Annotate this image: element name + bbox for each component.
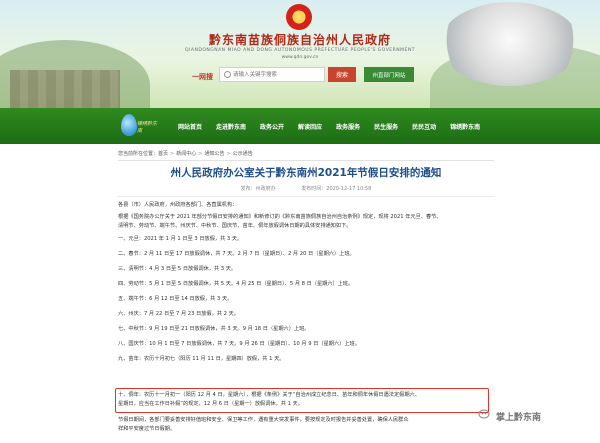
article-meta: 发布：州政府办 发布时间：2020-12-17 10:58 [118,185,494,192]
paragraph: 根据《国务院办公厅关于 2021 年部分节假日安排的通知》和新修订的《黔东南苗族… [118,214,442,220]
paragraph: 祥和平安度过节日假期。 [118,426,176,432]
paragraph: 三、清明节：4 月 3 日至 5 日放假调休，共 3 天。 [118,266,237,272]
article-title: 州人民政府办公室关于黔东南州2021年节假日安排的通知 [170,167,442,179]
national-emblem-icon: ★ [286,4,312,30]
divider [118,196,494,197]
paragraph: 节假日期间，各部门要妥善安排好值班和安全、保卫等工作，遇有重大突发事件，要按规定… [118,417,409,423]
breadcrumb-notices[interactable]: 通知公告 [204,151,224,157]
nav-item-scenery[interactable]: 锦绣黔东南 [450,122,480,131]
site-subtitle: QIANDONGNAN MIAO AND DONG AUTONOMOUS PRE… [185,48,415,53]
search-label: 一网搜 [192,73,213,81]
nav-item-about[interactable]: 走进黔东南 [216,122,246,131]
paragraph: 七、中秋节：9 月 19 日至 21 日放假调休，共 3 天。9 月 18 日（… [118,326,310,332]
wechat-icon [478,409,490,419]
paragraph: 清明节、劳动节、端午节、州庆节、中秋节、国庆节、苗年、侗年放假调休日期的具体安排… [118,223,352,229]
breadcrumb-bulletins[interactable]: 公示通告 [233,151,253,157]
breadcrumb-news[interactable]: 新闻中心 [176,151,196,157]
paragraph: 八、国庆节：10 月 1 日至 7 日放假调休，共 7 天。9 月 26 日（星… [118,341,360,347]
article-date: 发布时间：2020-12-17 10:58 [301,186,372,192]
nav-item-interaction[interactable]: 民民互动 [412,122,436,131]
breadcrumb: 您当前所在位置：首页 > 新闻中心 > 通知公告 > 公示通告 [118,151,253,157]
site-url: www.qdn.gov.cn [281,55,319,60]
search-button[interactable]: 搜索 [328,67,356,82]
paragraph: 各县（市）人民政府，州政府各部门、各直属机构： [118,202,238,208]
site-logo[interactable]: 锦绣黔东南 [117,112,161,140]
nav-items: 网站首页 走进黔东南 政务公开 解读回应 政务服务 民生服务 民民互动 锦绣黔东… [178,108,494,144]
nav-item-open-affairs[interactable]: 政务公开 [260,122,284,131]
paragraph: 一、元旦：2021 年 1 月 1 日至 3 日放假，共 3 天。 [118,236,243,242]
divider [118,160,494,161]
nav-item-home[interactable]: 网站首页 [178,122,202,131]
search-input[interactable] [233,68,323,81]
water-drop-logo-icon [121,114,137,136]
article-source: 发布：州政府办 [240,186,276,192]
nav-item-gov-services[interactable]: 政务服务 [336,122,360,131]
paragraph: 九、苗年：农历十月初七（阳历 11 月 11 日，星期四）放假，共 1 天。 [118,356,285,362]
breadcrumb-home[interactable]: 您当前所在位置：首页 [118,151,168,157]
watermark-text: 掌上黔东南 [496,413,542,423]
search-box[interactable] [219,67,325,82]
nav-item-people-services[interactable]: 民生服务 [374,122,398,131]
logo-text: 锦绣黔东南 [137,121,158,134]
portal-button[interactable]: 州直部门网站 [364,67,414,82]
paragraph: 四、劳动节：5 月 1 日至 5 日放假调休，共 5 天。4 月 25 日（星期… [118,281,354,287]
search-icon [224,71,231,78]
village-decoration [10,70,120,108]
header-banner: ★ 黔东南苗族侗族自治州人民政府 QIANDONGNAN MIAO AND DO… [0,0,600,108]
highlight-box [115,388,489,413]
paragraph: 六、州庆：7 月 22 日至 7 月 23 日放假，共 2 天。 [118,311,239,317]
site-title: 黔东南苗族侗族自治州人民政府 [208,33,391,47]
nav-item-interpretation[interactable]: 解读回应 [298,122,322,131]
paragraph: 二、春节：2 月 11 日至 17 日放假调休，共 7 天。2 月 7 日（星期… [118,251,355,257]
paragraph: 五、端午节：6 月 12 日至 14 日放假，共 3 天。 [118,296,233,302]
